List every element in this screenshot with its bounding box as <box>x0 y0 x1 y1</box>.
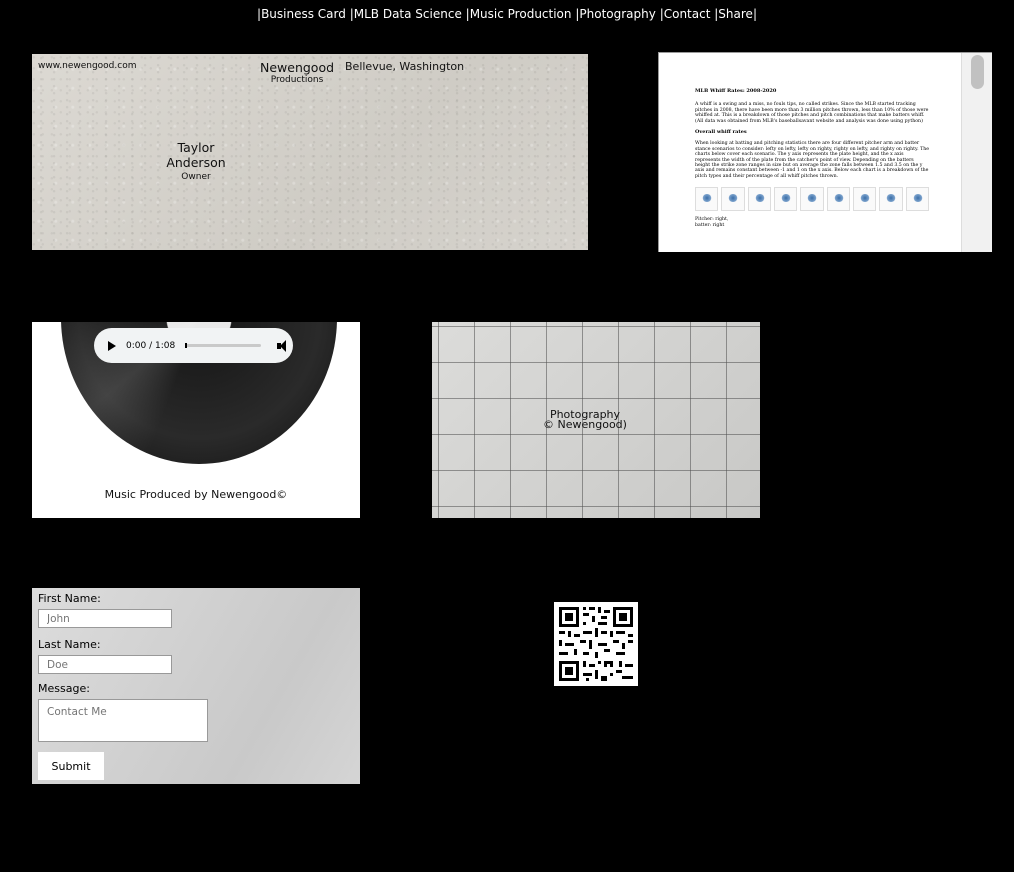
card-person-title: Owner <box>181 172 211 182</box>
nav-music-production[interactable]: Music Production <box>470 7 572 21</box>
last-name-input[interactable] <box>38 655 172 674</box>
last-name-label: Last Name: <box>38 638 101 651</box>
message-label: Message: <box>38 682 90 695</box>
whiff-chart-thumb <box>800 187 824 212</box>
first-name-label: First Name: <box>38 592 101 605</box>
message-textarea[interactable] <box>38 699 208 742</box>
doc-subheading: Overall whiff rates <box>695 129 747 136</box>
audio-player[interactable]: 0:00 / 1:08 <box>94 328 293 363</box>
first-name-input[interactable] <box>38 609 172 628</box>
whiff-chart-thumb <box>826 187 850 212</box>
doc-heading: MLB Whiff Rates: 2008-2020 <box>695 88 777 94</box>
card-website: www.newengood.com <box>38 61 137 71</box>
card-company-name: Newengood <box>260 60 335 75</box>
card-company-sub: Productions <box>270 75 324 85</box>
mlb-document: MLB Whiff Rates: 2008-2020 A whiff is a … <box>695 88 929 228</box>
mlb-document-frame[interactable]: MLB Whiff Rates: 2008-2020 A whiff is a … <box>658 52 992 252</box>
card-person: Taylor Anderson Owner <box>146 140 246 182</box>
doc-paragraph: A whiff is a swing and a miss, no fouls … <box>695 102 929 124</box>
play-icon[interactable] <box>108 340 116 351</box>
nav-separator: | <box>752 7 757 21</box>
audio-time: 0:00 / 1:08 <box>126 340 176 351</box>
submit-button[interactable]: Submit <box>38 752 104 780</box>
doc-footer-line: batter: right <box>695 222 725 228</box>
whiff-chart-thumb <box>747 187 771 212</box>
card-person-name: Taylor Anderson <box>166 140 226 170</box>
doc-scrollbar-thumb[interactable] <box>971 55 984 89</box>
doc-paragraph: When looking at batting and pitching sta… <box>695 141 929 179</box>
volume-icon[interactable] <box>277 339 289 352</box>
qr-code-icon[interactable] <box>554 602 638 686</box>
music-caption: Music Produced by Newengood© <box>104 488 288 501</box>
photography-caption-line: © Newengood) <box>543 418 627 431</box>
whiff-chart-thumb <box>721 187 745 212</box>
nav-contact[interactable]: Contact <box>664 7 711 21</box>
whiff-chart-thumb <box>695 187 719 212</box>
doc-scrollbar[interactable] <box>961 53 992 252</box>
nav-business-card[interactable]: Business Card <box>261 7 346 21</box>
music-panel: 0:00 / 1:08 Music Produced by Newengood© <box>32 322 360 518</box>
nav-mlb-data-science[interactable]: MLB Data Science <box>354 7 462 21</box>
qr-code-graphic <box>554 602 638 686</box>
photography-caption: Photography © Newengood) <box>432 409 738 431</box>
whiff-chart-thumb <box>773 187 798 212</box>
whiff-chart-strip <box>695 187 929 212</box>
audio-seek-bar[interactable] <box>185 343 262 348</box>
business-card: www.newengood.com Newengood Productions … <box>32 54 588 250</box>
whiff-chart-thumb <box>905 187 929 212</box>
photography-panel[interactable]: Photography © Newengood) <box>432 322 760 518</box>
top-nav: |Business Card |MLB Data Science |Music … <box>0 7 1014 21</box>
nav-photography[interactable]: Photography <box>579 7 655 21</box>
whiff-chart-thumb <box>879 187 903 212</box>
card-location: Bellevue, Washington <box>345 60 465 73</box>
card-company: Newengood Productions <box>260 60 334 85</box>
contact-form: First Name: Last Name: Message: Submit <box>32 588 360 784</box>
whiff-chart-thumb <box>852 187 877 212</box>
nav-share[interactable]: Share <box>718 7 753 21</box>
